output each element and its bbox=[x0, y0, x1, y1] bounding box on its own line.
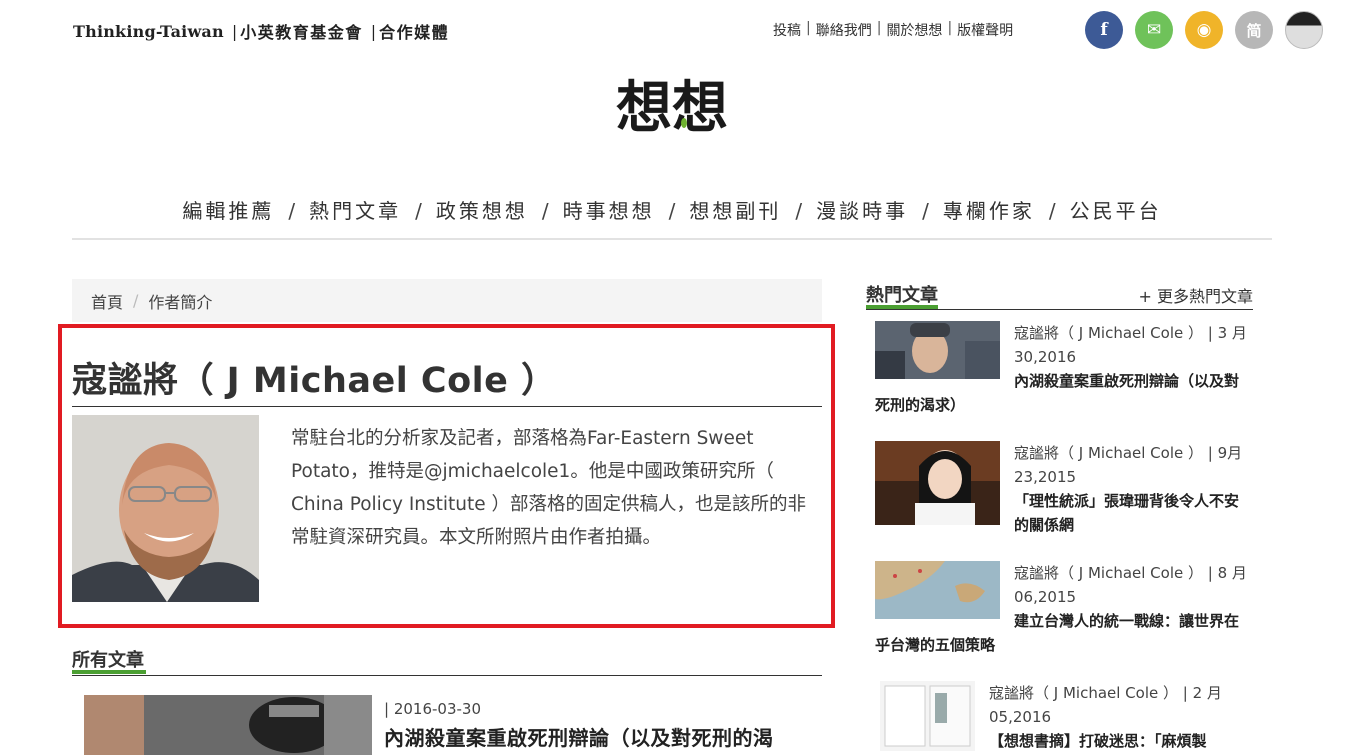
nav-separator: / bbox=[415, 199, 422, 223]
brand-partner-media: 合作媒體 bbox=[379, 23, 450, 42]
nav-item-comics[interactable]: 漫談時事 bbox=[816, 199, 908, 223]
all-posts-header: 所有文章 bbox=[72, 646, 822, 676]
sidebar-heading: 熱門文章 bbox=[866, 281, 938, 309]
more-icon[interactable] bbox=[1285, 11, 1323, 49]
post-date: | 2016-03-30 bbox=[384, 700, 481, 718]
sidebar-article-meta: 寇謐將（ J Michael Cole ） | 9月 23,2015 bbox=[1014, 444, 1243, 486]
sidebar-article-thumbnail[interactable] bbox=[875, 441, 1000, 525]
facebook-icon[interactable]: f bbox=[1085, 11, 1123, 49]
top-link-submit[interactable]: 投稿 bbox=[773, 20, 801, 40]
top-link-separator: | bbox=[806, 20, 811, 36]
nav-separator: / bbox=[795, 199, 803, 223]
sidebar-article-meta: 寇謐將（ J Michael Cole ） | 3 月 30,2016 bbox=[1014, 324, 1247, 366]
sidebar-article-title: 「理性統派」張瑋珊背後令人不安的關係網 bbox=[1014, 492, 1240, 534]
nav-item-supplement[interactable]: 想想副刊 bbox=[689, 199, 781, 223]
nav-item-civic-platform[interactable]: 公民平台 bbox=[1070, 199, 1162, 223]
brand-separator: | bbox=[231, 21, 238, 41]
simplified-chinese-icon[interactable]: 简 bbox=[1235, 11, 1273, 49]
top-link-contact[interactable]: 聯絡我們 bbox=[816, 20, 872, 40]
sidebar-article[interactable]: 寇謐將（ J Michael Cole ） | 9月 23,2015 「理性統派… bbox=[875, 441, 1253, 537]
nav-item-policy[interactable]: 政策想想 bbox=[436, 199, 528, 223]
sidebar-article[interactable]: 寇謐將（ J Michael Cole ） | 3 月 30,2016 內湖殺童… bbox=[875, 321, 1253, 417]
nav-item-columnists[interactable]: 專欄作家 bbox=[943, 199, 1035, 223]
sidebar-article-thumbnail[interactable] bbox=[875, 561, 1000, 619]
top-link-separator: | bbox=[876, 20, 882, 36]
sidebar-article-thumbnail[interactable] bbox=[875, 321, 1000, 379]
nav-item-popular[interactable]: 熱門文章 bbox=[309, 199, 401, 223]
breadcrumb: 首頁 / 作者簡介 bbox=[72, 279, 822, 322]
sidebar-article-meta: 寇謐將（ J Michael Cole ） | 2 月 05,2016 bbox=[989, 684, 1222, 726]
top-links: 投稿 | 聯絡我們 | 關於想想 | 版權聲明 bbox=[773, 20, 1013, 40]
site-brand[interactable]: Thinking-Taiwan | 小英教育基金會 | 合作媒體 bbox=[73, 19, 449, 43]
post-thumbnail[interactable] bbox=[84, 695, 372, 755]
top-link-about[interactable]: 關於想想 bbox=[886, 20, 942, 40]
author-name-divider bbox=[72, 406, 822, 407]
sidebar-article-meta: 寇謐將（ J Michael Cole ） | 8 月 06,2015 bbox=[1014, 564, 1247, 606]
nav-separator: / bbox=[922, 199, 929, 223]
more-popular-link[interactable]: + 更多熱門文章 bbox=[1139, 283, 1254, 307]
nav-separator: / bbox=[668, 199, 676, 223]
breadcrumb-separator: / bbox=[133, 291, 139, 310]
brand-english-name: Thinking-Taiwan bbox=[73, 21, 224, 41]
top-link-copyright[interactable]: 版權聲明 bbox=[957, 20, 1013, 40]
nav-item-current-affairs[interactable]: 時事想想 bbox=[563, 199, 655, 223]
nav-divider bbox=[72, 238, 1272, 240]
rss-icon[interactable]: ◉ bbox=[1185, 11, 1223, 49]
sidebar-article[interactable]: 寇謐將（ J Michael Cole ） | 2 月 05,2016 【想想書… bbox=[880, 681, 1253, 753]
mail-icon[interactable]: ✉ bbox=[1135, 11, 1173, 49]
nav-separator: / bbox=[541, 199, 549, 223]
sidebar-article-thumbnail[interactable] bbox=[880, 681, 975, 751]
brand-foundation: 小英教育基金會 bbox=[240, 23, 363, 42]
breadcrumb-home[interactable]: 首頁 bbox=[91, 289, 123, 313]
nav-separator: / bbox=[288, 199, 296, 223]
nav-item-editor-picks[interactable]: 編輯推薦 bbox=[182, 199, 274, 223]
top-link-separator: | bbox=[947, 20, 953, 36]
logo-leaf-icon bbox=[681, 118, 687, 128]
site-logo[interactable]: 想想 bbox=[606, 68, 738, 141]
author-name: 寇謐將（ J Michael Cole ） bbox=[72, 361, 557, 401]
logo-text: 想想 bbox=[616, 74, 728, 141]
social-icons: f ✉ ◉ 简 bbox=[1085, 11, 1323, 49]
sidebar-article-title: 【想想書摘】打破迷思：「麻煩製 bbox=[989, 732, 1207, 750]
all-posts-heading: 所有文章 bbox=[72, 646, 146, 674]
brand-separator: | bbox=[370, 21, 377, 41]
sidebar-header: 熱門文章 + 更多熱門文章 bbox=[866, 281, 1253, 310]
breadcrumb-current: 作者簡介 bbox=[148, 292, 213, 312]
sidebar-article[interactable]: 寇謐將（ J Michael Cole ） | 8 月 06,2015 建立台灣… bbox=[875, 561, 1253, 657]
nav-separator: / bbox=[1048, 199, 1056, 223]
main-nav: 編輯推薦 / 熱門文章 / 政策想想 / 時事想想 / 想想副刊 / 漫談時事 / 專欄作家 / 公民平台 bbox=[72, 195, 1272, 224]
author-bio: 常駐台北的分析家及記者，部落格為Far-Eastern Sweet Potato… bbox=[291, 428, 807, 548]
author-photo bbox=[72, 415, 259, 602]
